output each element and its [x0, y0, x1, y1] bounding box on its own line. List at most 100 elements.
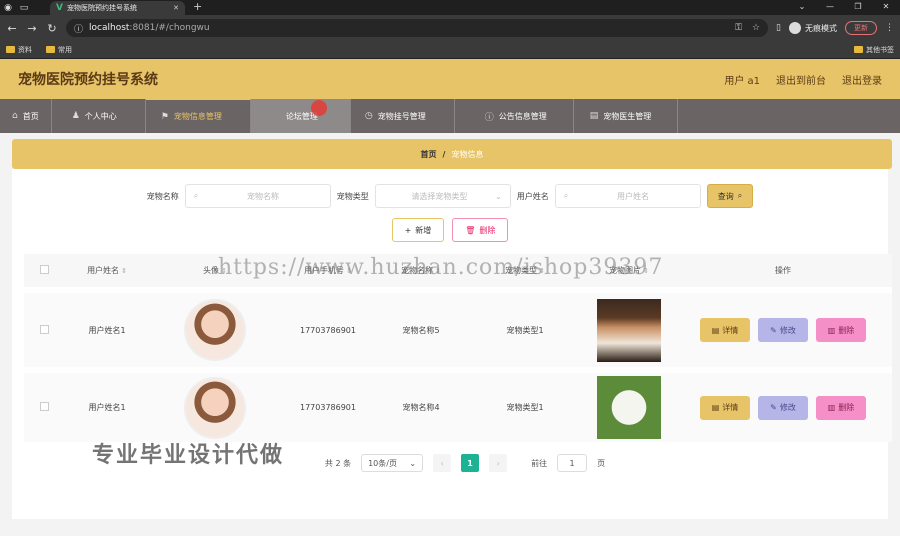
nav-item-pet-info[interactable]: ⚑ 宠物信息管理 [145, 99, 251, 133]
sort-icon[interactable]: ⇕ [435, 267, 441, 275]
page-number-button[interactable]: 1 [461, 454, 480, 472]
pet-name-input[interactable]: ⌕ 宠物名称 [184, 184, 331, 208]
reload-icon[interactable]: ↻ [46, 22, 58, 35]
table-row: 用户姓名1 17703786901 宠物名称4 宠物类型1 ▤ 详情 ✎ 修改 ▥ 删… [24, 367, 892, 442]
browser-tab-strip: ◉ ▭ V 宠物医院预约挂号系统 ✕ + ⌄ — ❐ ✕ [0, 0, 900, 15]
col-pet-type[interactable]: 宠物类型 ⇕ [466, 254, 584, 290]
home-icon: ⌂ [12, 111, 18, 121]
plus-icon: + [404, 225, 412, 235]
url-field[interactable]: ⓘ localhost:8081/#/chongwu ⚿ ☆ [66, 19, 769, 37]
bookmark-folder-0[interactable]: 资料 [6, 45, 32, 55]
clock-icon: ◷ [364, 111, 373, 121]
nav-item-forum[interactable]: 论坛管理 [250, 99, 351, 133]
detail-button[interactable]: ▤ 详情 [700, 318, 750, 342]
nav-item-doctor[interactable]: ▤ 宠物医生管理 [574, 99, 679, 133]
cell-phone: 17703786901 [280, 287, 376, 370]
incognito-profile[interactable]: 无痕模式 [789, 22, 837, 34]
globe-icon[interactable]: ◉ [0, 0, 16, 15]
sort-icon[interactable]: ⇕ [221, 267, 227, 275]
search-icon: ⌕ [193, 191, 199, 200]
search-form: 宠物名称 ⌕ 宠物名称 宠物类型 请选择宠物类型 ⌄ 用户姓名 ⌕ 用户姓名 查询 ⌕ [12, 169, 888, 208]
minimize-icon[interactable]: — [816, 0, 844, 15]
folder-icon [854, 46, 863, 53]
col-pet-image[interactable]: 宠物图片 ⇕ [584, 254, 674, 290]
pet-name-label: 宠物名称 [146, 191, 179, 201]
logout-link[interactable]: 退出登录 [842, 72, 882, 87]
delete-button[interactable]: ▥ 删除 [816, 395, 866, 420]
cell-pet-image [584, 287, 674, 370]
sort-icon[interactable]: ⇕ [539, 267, 545, 275]
pager-total: 共 2 条 [324, 458, 352, 468]
tab-list-icon[interactable]: ▭ [16, 0, 32, 15]
bookmark-folder-other[interactable]: 其他书签 [854, 45, 894, 55]
col-pet-name[interactable]: 宠物名称 ⇕ [376, 254, 466, 290]
star-icon[interactable]: ☆ [752, 23, 760, 33]
more-menu-icon[interactable]: ⋮ [885, 23, 894, 33]
edit-button[interactable]: ✎ 修改 [758, 395, 808, 420]
nav-item-home[interactable]: ⌂ 首页 [0, 99, 52, 133]
key-icon[interactable]: ⚿ [735, 23, 742, 33]
window-controls: ⌄ — ❐ ✕ [788, 0, 900, 15]
profile-label: 无痕模式 [805, 23, 837, 33]
breadcrumb-home[interactable]: 首页 [421, 149, 437, 160]
trash-icon: ▥ [827, 325, 836, 335]
chevron-right-icon: › [496, 458, 500, 468]
pet-table: 用户姓名 ⇕ 头像 ⇕ 用户手机号 ⇕ 宠物名称 ⇕ 宠物类型 ⇕ 宠物图片 ⇕ 操作 用户… [24, 254, 892, 442]
table-row: 用户姓名1 17703786901 宠物名称5 宠物类型1 ▤ 详情 ✎ 修改 ▥ 删… [24, 287, 892, 370]
sort-icon[interactable]: ⇕ [121, 267, 127, 275]
update-button[interactable]: 更新 [845, 21, 877, 35]
url-path: :8081/#/chongwu [129, 23, 210, 33]
forward-icon[interactable]: → [26, 22, 38, 35]
url-host: localhost [89, 23, 130, 33]
bookmarks-bar: 资料 常用 其他书签 [0, 41, 900, 59]
browser-tab[interactable]: V 宠物医院预约挂号系统 ✕ [50, 1, 185, 15]
main-nav: ⌂ 首页 ♟ 个人中心 ⚑ 宠物信息管理 论坛管理 ◷ 宠物挂号管理 ⓘ 公告信息管理 ▤… [0, 99, 900, 133]
next-page-button[interactable]: › [489, 454, 508, 472]
nav-item-profile[interactable]: ♟ 个人中心 [52, 99, 146, 133]
user-name-input[interactable]: ⌕ 用户姓名 [554, 184, 701, 208]
doc-icon: ▤ [711, 325, 720, 335]
add-button[interactable]: + 新增 [391, 218, 445, 242]
back-to-front-link[interactable]: 退出到前台 [776, 72, 826, 87]
goto-label: 前往 [531, 458, 548, 468]
close-tab-icon[interactable]: ✕ [173, 4, 179, 12]
page-unit-label: 页 [597, 458, 606, 468]
goto-page-input[interactable]: 1 [557, 454, 588, 472]
col-phone[interactable]: 用户手机号 ⇕ [280, 254, 376, 290]
nav-item-registration[interactable]: ◷ 宠物挂号管理 [351, 99, 455, 133]
cell-pet-image [584, 367, 674, 442]
pet-type-select[interactable]: 请选择宠物类型 ⌄ [374, 184, 511, 208]
batch-delete-button[interactable]: 🗑 删除 [452, 218, 509, 242]
sort-icon[interactable]: ⇕ [643, 267, 649, 275]
nav-item-notice[interactable]: ⓘ 公告信息管理 [455, 99, 574, 133]
cell-operations: ▤ 详情 ✎ 修改 ▥ 删除 [674, 287, 892, 370]
page-size-select[interactable]: 10条/页 ⌄ [361, 454, 424, 472]
new-tab-icon[interactable]: + [193, 1, 202, 15]
chevron-down-icon[interactable]: ⌄ [788, 0, 816, 15]
prev-page-button[interactable]: ‹ [433, 454, 452, 472]
bookmark-folder-1[interactable]: 常用 [46, 45, 72, 55]
avatar [184, 299, 246, 361]
col-operations: 操作 [674, 254, 892, 290]
delete-button[interactable]: ▥ 删除 [816, 318, 866, 342]
folder-icon [46, 46, 55, 53]
close-window-icon[interactable]: ✕ [872, 0, 900, 15]
maximize-icon[interactable]: ❐ [844, 0, 872, 15]
cell-user-name: 用户姓名1 [64, 367, 150, 442]
query-button[interactable]: 查询 ⌕ [706, 184, 754, 208]
back-icon[interactable]: ← [6, 22, 18, 35]
sidepanel-icon[interactable]: ▯ [776, 23, 781, 33]
col-user-name[interactable]: 用户姓名 ⇕ [64, 254, 150, 290]
avatar [184, 376, 246, 439]
detail-button[interactable]: ▤ 详情 [700, 395, 750, 420]
sort-icon[interactable]: ⇕ [346, 267, 352, 275]
col-avatar[interactable]: 头像 ⇕ [150, 254, 280, 290]
pet-type-label: 宠物类型 [336, 191, 369, 201]
edit-button[interactable]: ✎ 修改 [758, 318, 808, 342]
select-all-checkbox[interactable] [39, 265, 49, 274]
row-checkbox[interactable] [39, 324, 49, 334]
cell-avatar [150, 287, 280, 370]
site-info-icon[interactable]: ⓘ [74, 22, 83, 35]
current-user: 用户 a1 [724, 75, 760, 87]
row-checkbox[interactable] [39, 402, 49, 411]
